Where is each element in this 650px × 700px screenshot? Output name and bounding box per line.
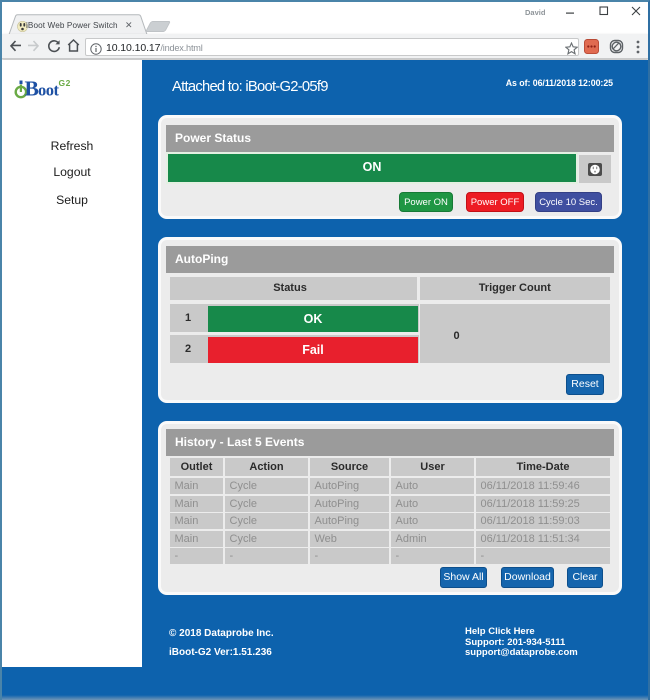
- svg-text:oot: oot: [38, 81, 60, 100]
- svg-text:B: B: [25, 77, 39, 101]
- svg-text:G2: G2: [59, 78, 71, 88]
